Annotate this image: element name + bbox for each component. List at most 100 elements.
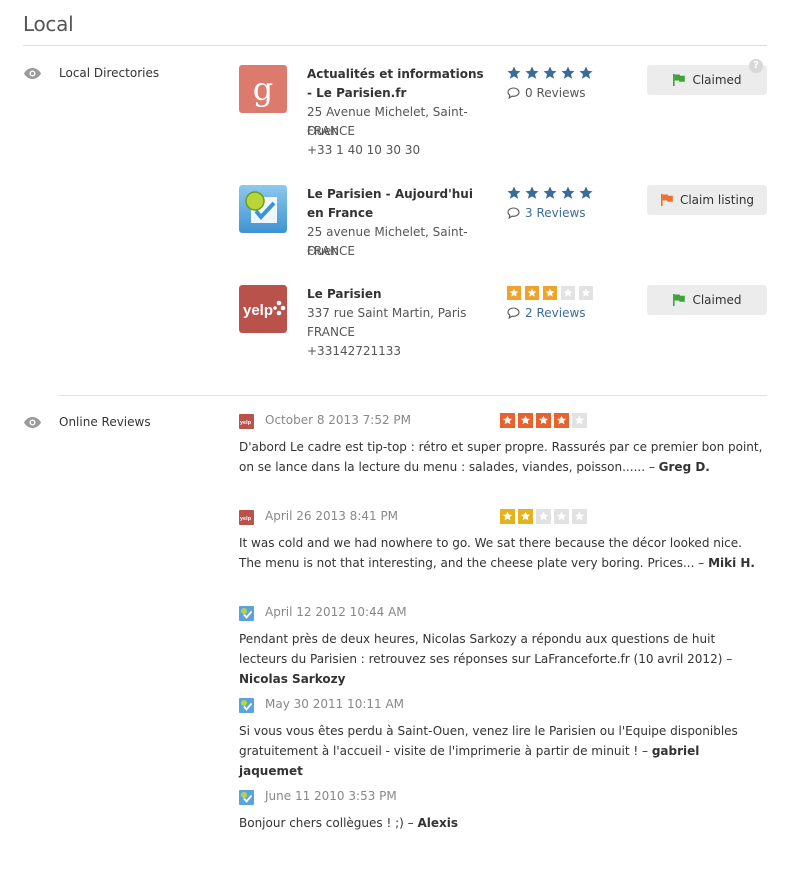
claimed-button[interactable]: Claimed xyxy=(647,285,767,315)
star-icon xyxy=(572,509,587,524)
comment-icon xyxy=(507,207,520,220)
review-text: Bonjour chers collègues ! ;) – Alexis xyxy=(239,813,767,833)
reviews-link[interactable]: 2 Reviews xyxy=(507,306,586,320)
section-divider xyxy=(59,395,767,396)
star-rating xyxy=(500,509,590,528)
star-icon xyxy=(500,509,515,524)
star-icon xyxy=(561,286,575,300)
review-date: June 11 2010 3:53 PM xyxy=(265,789,397,803)
listing-name: Le Parisien xyxy=(307,287,382,301)
review-item: yelp April 26 2013 8:41 PM It was cold a… xyxy=(239,509,767,573)
star-icon xyxy=(507,66,521,79)
foursquare-icon xyxy=(239,698,254,713)
listing-item: yelp Le Parisien 337 rue Saint Martin, P… xyxy=(239,285,767,395)
review-author: Alexis xyxy=(417,816,458,830)
claimed-button[interactable]: Claimed ? xyxy=(647,59,767,95)
star-rating xyxy=(500,413,590,432)
reviews-link-label: 3 Reviews xyxy=(525,206,586,220)
reviews-link-label: 2 Reviews xyxy=(525,306,586,320)
listing-phone: +33 1 40 10 30 30 xyxy=(307,143,421,157)
listing-country: FRANCE xyxy=(307,124,355,138)
listing-address: 337 rue Saint Martin, Paris xyxy=(307,306,467,320)
review-date: October 8 2013 7:52 PM xyxy=(265,413,411,427)
svg-text:yelp: yelp xyxy=(240,516,252,522)
star-icon xyxy=(561,186,575,199)
reviews-count: 0 Reviews xyxy=(507,86,586,100)
review-author: Greg D. xyxy=(658,460,710,474)
review-body: It was cold and we had nowhere to go. We… xyxy=(239,536,742,570)
claim-listing-button[interactable]: Claim listing xyxy=(647,185,767,215)
review-date: April 12 2012 10:44 AM xyxy=(265,605,407,619)
star-icon xyxy=(525,66,539,79)
listing-country: FRANCE xyxy=(307,244,355,258)
star-icon xyxy=(507,286,521,300)
review-text: It was cold and we had nowhere to go. We… xyxy=(239,533,767,573)
google-icon: g xyxy=(239,65,287,113)
review-date: April 26 2013 8:41 PM xyxy=(265,509,399,523)
header-divider xyxy=(23,45,767,46)
star-icon xyxy=(572,413,587,428)
review-date: May 30 2011 10:11 AM xyxy=(265,697,405,711)
eye-icon[interactable] xyxy=(24,417,41,428)
star-icon xyxy=(536,413,551,428)
star-icon xyxy=(518,413,533,428)
review-text: Pendant près de deux heures, Nicolas Sar… xyxy=(239,629,767,689)
star-rating xyxy=(507,186,597,200)
review-body: Bonjour chers collègues ! ;) – xyxy=(239,816,414,830)
svg-text:yelp: yelp xyxy=(243,302,273,319)
star-icon xyxy=(525,286,539,300)
listing-country: FRANCE xyxy=(307,325,355,339)
star-rating xyxy=(507,66,597,80)
comment-icon xyxy=(507,87,520,100)
review-author: Miki H. xyxy=(708,556,755,570)
review-author: Nicolas Sarkozy xyxy=(239,672,346,686)
claimed-label: Claimed xyxy=(692,293,742,307)
online-reviews-label: Online Reviews xyxy=(59,415,151,429)
star-icon xyxy=(543,66,557,79)
comment-icon xyxy=(507,307,520,320)
star-icon xyxy=(579,66,593,79)
orange-flag-icon xyxy=(660,194,673,206)
review-text: D'abord Le cadre est tip-top : rétro et … xyxy=(239,437,767,477)
star-icon xyxy=(579,286,593,300)
green-flag-icon xyxy=(673,74,686,86)
svg-text:yelp: yelp xyxy=(240,420,252,426)
claim-listing-label: Claim listing xyxy=(679,193,755,207)
star-icon xyxy=(525,186,539,199)
review-item: June 11 2010 3:53 PM Bonjour chers collè… xyxy=(239,789,767,833)
listing-name: Le Parisien - Aujourd'hui en France xyxy=(307,187,473,220)
yelp-icon: yelp xyxy=(239,510,254,525)
foursquare-icon xyxy=(239,606,254,621)
review-body: Pendant près de deux heures, Nicolas Sar… xyxy=(239,632,733,666)
eye-icon[interactable] xyxy=(24,68,41,79)
svg-text:g: g xyxy=(253,70,273,108)
local-directories-label: Local Directories xyxy=(59,66,160,80)
star-icon xyxy=(554,413,569,428)
foursquare-icon xyxy=(239,790,254,805)
listing-name: Actualités et informations - Le Parisien… xyxy=(307,67,484,100)
reviews-link[interactable]: 3 Reviews xyxy=(507,206,586,220)
star-icon xyxy=(543,286,557,300)
star-icon xyxy=(518,509,533,524)
star-icon xyxy=(507,186,521,199)
foursquare-icon xyxy=(239,185,287,233)
star-icon xyxy=(500,413,515,428)
listing-item: Le Parisien - Aujourd'hui en France 25 a… xyxy=(239,185,767,295)
yelp-icon: yelp xyxy=(239,414,254,429)
star-icon xyxy=(561,66,575,79)
review-item: yelp October 8 2013 7:52 PM D'abord Le c… xyxy=(239,413,767,477)
reviews-count-label: 0 Reviews xyxy=(525,86,586,100)
star-icon xyxy=(536,509,551,524)
star-icon xyxy=(579,186,593,199)
yelp-icon: yelp xyxy=(239,285,287,333)
claimed-label: Claimed xyxy=(692,73,742,87)
star-rating xyxy=(507,286,597,300)
review-item: May 30 2011 10:11 AM Si vous vous êtes p… xyxy=(239,697,767,781)
review-item: April 12 2012 10:44 AM Pendant près de d… xyxy=(239,605,767,689)
page-title: Local xyxy=(23,12,74,36)
green-flag-icon xyxy=(673,294,686,306)
help-icon[interactable]: ? xyxy=(749,59,763,73)
star-icon xyxy=(543,186,557,199)
review-text: Si vous vous êtes perdu à Saint-Ouen, ve… xyxy=(239,721,767,781)
star-icon xyxy=(554,509,569,524)
